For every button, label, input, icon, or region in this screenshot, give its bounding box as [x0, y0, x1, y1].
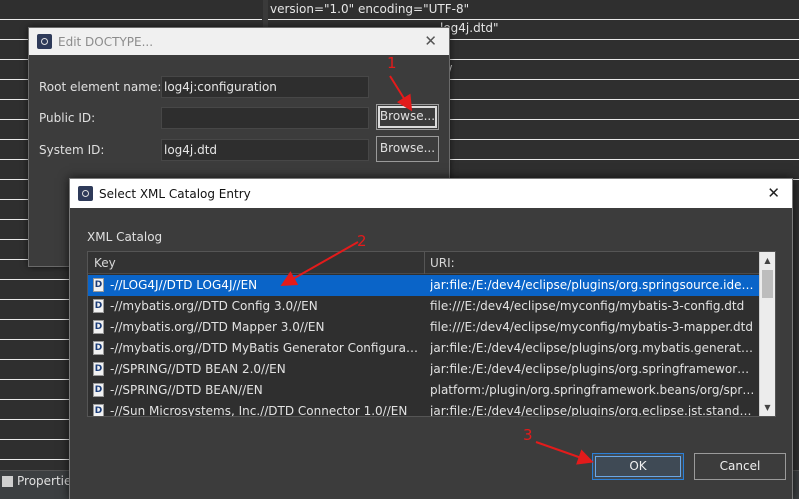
dtd-document-icon: D: [93, 404, 104, 416]
scroll-up-icon[interactable]: ▲: [760, 253, 775, 268]
row-uri: jar:file:/E:/dev4/eclipse/plugins/org.sp…: [430, 278, 756, 292]
dtd-document-icon: D: [93, 341, 104, 355]
catalog-table-header: Key URI:: [88, 252, 760, 274]
eclipse-app-icon: [78, 186, 93, 201]
table-row[interactable]: D -//SPRING//DTD BEAN 2.0//EN jar:file:/…: [88, 359, 760, 380]
row-key: -//SPRING//DTD BEAN//EN: [110, 383, 263, 397]
select-catalog-titlebar[interactable]: Select XML Catalog Entry ✕: [70, 179, 792, 208]
table-row[interactable]: D -//mybatis.org//DTD MyBatis Generator …: [88, 338, 760, 359]
annotation-step-1: 1: [387, 54, 397, 72]
row-uri: file:///E:/dev4/eclipse/myconfig/mybatis…: [430, 320, 753, 334]
public-id-browse-button[interactable]: Browse...: [376, 104, 439, 130]
catalog-scrollbar[interactable]: ▲ ▼: [759, 252, 775, 416]
system-id-input[interactable]: log4j.dtd: [161, 139, 369, 161]
xml-catalog-label: XML Catalog: [87, 230, 163, 244]
annotation-step-2: 2: [357, 232, 367, 250]
public-id-input[interactable]: [161, 107, 369, 129]
public-id-label: Public ID:: [39, 111, 96, 125]
row-uri: jar:file:/E:/dev4/eclipse/plugins/org.my…: [430, 341, 756, 355]
row-uri: jar:file:/E:/dev4/eclipse/plugins/org.sp…: [430, 362, 756, 376]
row-key: -//mybatis.org//DTD Config 3.0//EN: [110, 299, 318, 313]
dtd-document-icon: D: [93, 320, 104, 334]
table-row[interactable]: D -//mybatis.org//DTD Config 3.0//EN fil…: [88, 296, 760, 317]
root-element-input[interactable]: log4j:configuration: [161, 76, 369, 98]
edit-doctype-title: Edit DOCTYPE...: [58, 34, 154, 49]
row-key: -//SPRING//DTD BEAN 2.0//EN: [110, 362, 286, 376]
edit-doctype-titlebar[interactable]: Edit DOCTYPE... ✕: [29, 28, 449, 55]
catalog-rows: D -//LOG4J//DTD LOG4J//EN jar:file:/E:/d…: [88, 275, 760, 417]
scroll-down-icon[interactable]: ▼: [760, 400, 775, 415]
key-column-header[interactable]: Key: [94, 256, 116, 270]
row-uri: jar:file:/E:/dev4/eclipse/plugins/org.ec…: [430, 404, 756, 417]
ok-button[interactable]: OK: [592, 453, 684, 480]
select-catalog-title: Select XML Catalog Entry: [99, 186, 251, 201]
edit-doctype-close-icon[interactable]: ✕: [424, 32, 437, 50]
dtd-document-icon: D: [93, 362, 104, 376]
uri-column-header[interactable]: URI:: [430, 256, 455, 270]
table-row[interactable]: D -//LOG4J//DTD LOG4J//EN jar:file:/E:/d…: [88, 275, 760, 296]
row-key: -//mybatis.org//DTD MyBatis Generator Co…: [110, 341, 420, 355]
table-row[interactable]: D -//Sun Microsystems, Inc.//DTD Connect…: [88, 401, 760, 417]
properties-tab[interactable]: Properties: [0, 474, 78, 488]
annotation-step-3: 3: [523, 426, 533, 444]
select-catalog-close-icon[interactable]: ✕: [767, 184, 780, 202]
row-uri: file:///E:/dev4/eclipse/myconfig/mybatis…: [430, 299, 745, 313]
system-id-label: System ID:: [39, 143, 105, 157]
table-row[interactable]: D -//SPRING//DTD BEAN//EN platform:/plug…: [88, 380, 760, 401]
row-key: -//Sun Microsystems, Inc.//DTD Connector…: [110, 404, 408, 417]
row-key: -//mybatis.org//DTD Mapper 3.0//EN: [110, 320, 325, 334]
root-element-label: Root element name:: [39, 80, 162, 94]
cancel-button[interactable]: Cancel: [694, 453, 786, 480]
dtd-document-icon: D: [93, 278, 104, 292]
row-key: -//LOG4J//DTD LOG4J//EN: [110, 278, 258, 292]
row-uri: platform:/plugin/org.springframework.bea…: [430, 383, 756, 397]
column-separator[interactable]: [424, 252, 425, 274]
table-row[interactable]: D -//mybatis.org//DTD Mapper 3.0//EN fil…: [88, 317, 760, 338]
properties-icon: [2, 475, 13, 487]
eclipse-app-icon: [37, 34, 52, 49]
dtd-document-icon: D: [93, 299, 104, 313]
select-xml-catalog-dialog: Select XML Catalog Entry ✕ XML Catalog K…: [69, 178, 793, 499]
scroll-thumb[interactable]: [762, 270, 773, 298]
system-id-browse-button[interactable]: Browse...: [376, 136, 439, 162]
catalog-table: Key URI: D -//LOG4J//DTD LOG4J//EN jar:f…: [87, 251, 776, 417]
dtd-document-icon: D: [93, 383, 104, 397]
xml-declaration-text: version="1.0" encoding="UTF-8": [270, 2, 470, 16]
